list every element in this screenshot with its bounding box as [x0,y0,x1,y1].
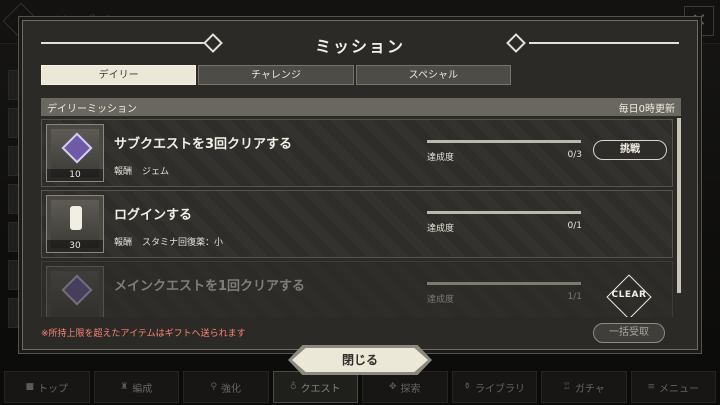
gem-icon [61,274,93,306]
progress-value: 0/3 [567,150,582,160]
modal-title: ミッション [314,37,405,56]
progress-bar [427,140,581,143]
progress-bar [427,282,581,285]
list-scrollbar[interactable] [677,118,681,293]
mission-list[interactable]: デイリーミッション 毎日0時更新 10 サブクエストを3回クリアする 報酬 ジェム… [41,98,681,317]
list-header: デイリーミッション 毎日0時更新 [41,98,681,116]
tab-challenge[interactable]: チャレンジ [198,65,354,85]
header-ornament-right [529,42,679,44]
mission-title: ログインする [114,208,193,223]
challenge-button[interactable]: 挑戦 [593,140,667,160]
progress-label: 達成度 [427,295,455,305]
clear-badge: CLEAR [606,274,652,317]
progress-value: 1/1 [567,292,582,302]
progress-bar [427,211,581,214]
mission-title: メインクエストを1回クリアする [114,279,306,294]
reward-count: 30 [47,240,103,252]
list-header-label: デイリーミッション [47,103,137,115]
reward-item-box [46,266,104,317]
reward-count: 10 [47,169,103,181]
modal-header: ミッション [23,21,697,65]
progress-label: 達成度 [427,224,455,234]
reward-item-box[interactable]: 10 [46,124,104,182]
mission-reward: 報酬 ジェム [114,167,170,177]
mission-title: サブクエストを3回クリアする [114,137,293,152]
mission-row: 30 ログインする 報酬 スタミナ回復薬：小 達成度 0/1 [41,190,673,258]
mission-row: 10 サブクエストを3回クリアする 報酬 ジェム 達成度 0/3 挑戦 [41,119,673,187]
tab-daily[interactable]: デイリー [41,65,197,85]
progress-label: 達成度 [427,153,455,163]
reset-note: 毎日0時更新 [618,103,675,115]
close-button[interactable]: 閉じる [292,348,428,372]
progress-value: 0/1 [567,221,582,231]
bulk-receive-button[interactable]: 一括受取 [593,323,665,343]
mission-row-cleared: メインクエストを1回クリアする 達成度 1/1 [41,261,673,317]
mission-tabs: デイリー チャレンジ スペシャル [41,65,511,85]
inventory-notice: ※所持上限を超えたアイテムはギフトへ送られます [41,329,246,339]
gem-icon [61,132,93,164]
reward-item-box[interactable]: 30 [46,195,104,253]
tab-special[interactable]: スペシャル [355,65,511,85]
stamina-potion-icon [70,206,82,230]
mission-modal: ミッション デイリー チャレンジ スペシャル デイリーミッション 毎日0時更新 … [22,20,698,350]
mission-reward: 報酬 スタミナ回復薬：小 [114,238,224,248]
